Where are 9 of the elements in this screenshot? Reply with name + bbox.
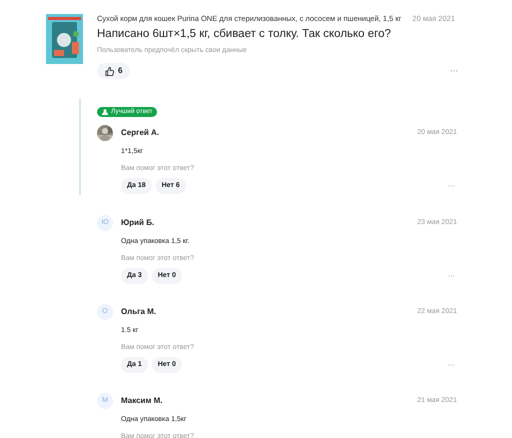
author-name: Ольга М. <box>121 306 158 318</box>
author-name: Юрий Б. <box>121 217 156 229</box>
author-name: Сергей А. <box>121 127 160 139</box>
more-button[interactable]: ··· <box>450 67 458 75</box>
question-title: Написано 6шт×1,5 кг, сбивает с толку. Так сколько его? <box>97 28 392 41</box>
author-name: Максим М. <box>121 395 164 407</box>
thumbs-up-icon <box>105 66 114 76</box>
user-icon <box>102 109 108 115</box>
like-button[interactable]: 6 <box>97 63 130 79</box>
